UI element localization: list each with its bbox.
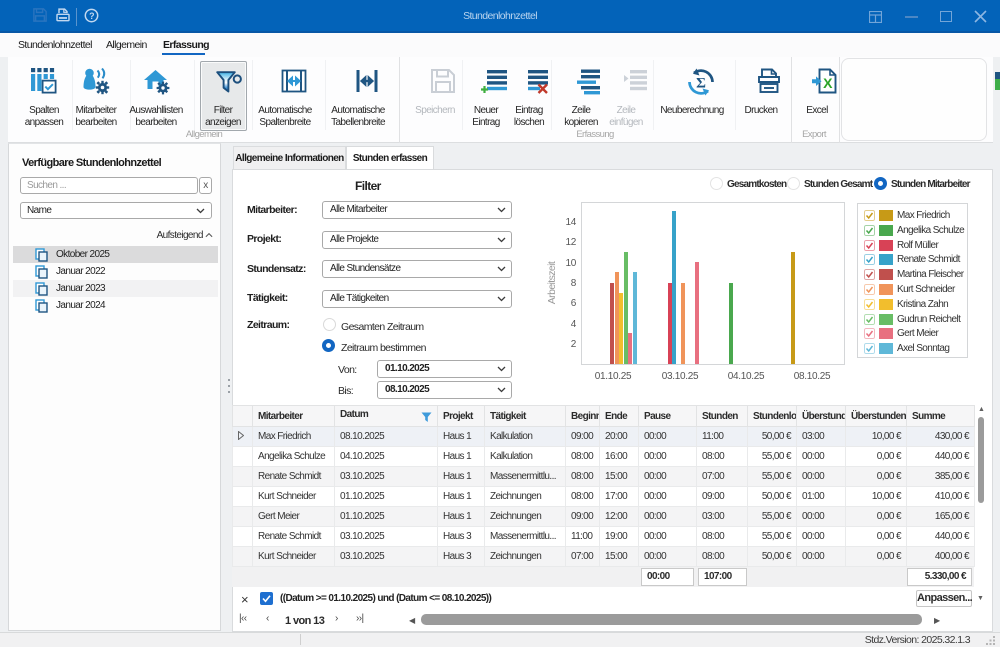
svg-text:X: X [823,75,833,91]
svg-text:?: ? [89,11,94,21]
svg-text:Σ: Σ [696,76,706,92]
